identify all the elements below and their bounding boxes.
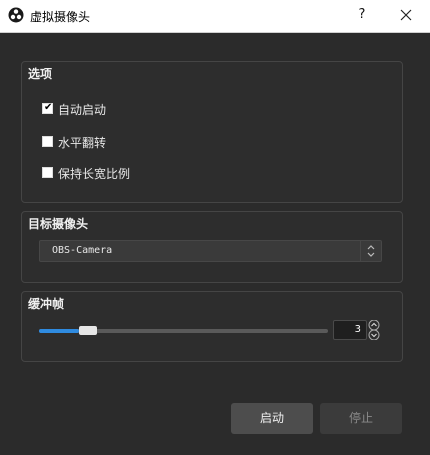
buffer-frames-title: 缓冲帧 <box>28 297 65 311</box>
checkmark-icon: ✔ <box>44 102 53 113</box>
options-group: 选项 ✔ 自动启动 水平翻转 保持长宽比例 <box>21 61 403 203</box>
updown-chevron-icon <box>360 241 381 261</box>
window-title: 虚拟摄像头 <box>30 10 91 24</box>
target-camera-group: 目标摄像头 OBS-Camera <box>21 211 403 283</box>
close-icon <box>400 9 412 21</box>
checkbox-label: 自动启动 <box>58 103 107 117</box>
checkbox-box[interactable] <box>42 136 53 147</box>
slider-handle[interactable] <box>79 326 97 335</box>
spin-arrows[interactable] <box>367 319 381 341</box>
help-button[interactable]: ? <box>352 5 372 25</box>
checkbox-label: 水平翻转 <box>58 136 107 150</box>
checkbox-box[interactable]: ✔ <box>42 102 53 114</box>
start-button[interactable]: 启动 <box>231 403 313 434</box>
camera-select[interactable]: OBS-Camera <box>39 240 382 262</box>
options-title: 选项 <box>28 67 53 81</box>
camera-select-value: OBS-Camera <box>52 245 113 256</box>
slider-fill <box>39 329 79 333</box>
checkbox-label: 保持长宽比例 <box>58 167 131 181</box>
buffer-value: 3 <box>354 324 361 335</box>
buffer-spinbox[interactable]: 3 <box>333 320 367 340</box>
obs-logo-icon <box>8 7 24 23</box>
target-camera-title: 目标摄像头 <box>28 217 89 231</box>
checkbox-box[interactable] <box>42 167 53 178</box>
close-button[interactable] <box>396 5 416 25</box>
title-bar: 虚拟摄像头 ? <box>0 0 430 33</box>
stop-button[interactable]: 停止 <box>320 403 402 434</box>
buffer-frames-group: 缓冲帧 3 <box>21 291 403 362</box>
